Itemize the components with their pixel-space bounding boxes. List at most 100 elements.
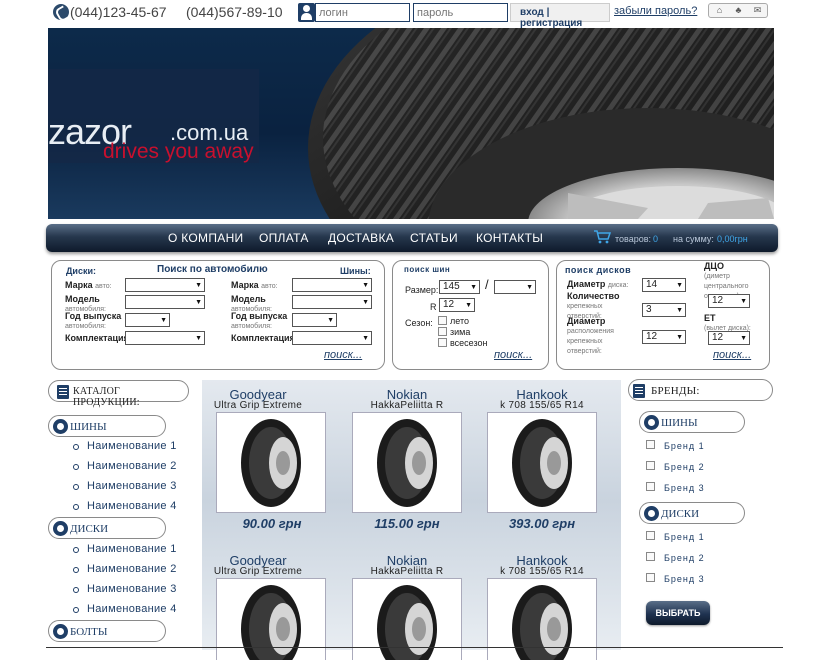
brand-checkbox[interactable]: [646, 461, 655, 470]
season-allseason-label: всесезон: [450, 338, 488, 348]
ring-icon: [53, 419, 68, 434]
footer-divider: [46, 647, 783, 648]
disk-pcd-select[interactable]: 12: [642, 330, 686, 344]
ring-icon: [53, 521, 68, 536]
cart-icon[interactable]: [594, 230, 611, 244]
car-trim-label-right: Комплектация: [231, 333, 295, 343]
home-icon[interactable]: ⌂: [714, 6, 725, 15]
catalog-section-bolts[interactable]: БОЛТЫ: [48, 620, 166, 642]
nav-delivery[interactable]: ДОСТАВКА: [328, 231, 394, 245]
disk-search-title: поиск дисков: [565, 265, 632, 275]
brand-checkbox[interactable]: [646, 482, 655, 491]
login-link[interactable]: вход: [520, 7, 544, 18]
catalog-section-disks[interactable]: ДИСКИ: [48, 517, 166, 539]
mail-icon[interactable]: ✉: [752, 6, 763, 15]
tire-profile-select[interactable]: [494, 280, 536, 294]
catalog-section-tires[interactable]: ШИНЫ: [48, 415, 166, 437]
forgot-password-link[interactable]: забыли пароль?: [614, 5, 697, 17]
password-field[interactable]: [413, 3, 508, 22]
disk-et-select[interactable]: 12: [708, 331, 750, 345]
brand-item: Бренд 3: [664, 483, 705, 493]
logo-tagline: drives you away: [103, 140, 254, 163]
user-icon: [298, 3, 315, 22]
car-make-label-left: Марка авто:: [65, 280, 112, 291]
cart-sum-label: на сумму:: [673, 234, 714, 244]
brand-checkbox[interactable]: [646, 440, 655, 449]
car-make-select-left[interactable]: [125, 278, 205, 292]
disk-search-link[interactable]: поиск...: [713, 349, 751, 361]
car-model-select-left[interactable]: [125, 295, 205, 309]
catalog-section-label: БОЛТЫ: [70, 626, 108, 638]
top-bar: (044)123-45-67 (044)567-89-10 вход | рег…: [0, 0, 819, 29]
tire-image-icon: [377, 419, 437, 507]
tire-search-panel: поиск шин Размер: 145 / R 12 Сезон: лето…: [392, 260, 549, 370]
disks-heading: Диски:: [66, 266, 96, 276]
car-model-select-right[interactable]: [292, 295, 372, 309]
car-search-panel: Диски: Поиск по автомобилю Шины: Марка а…: [51, 260, 385, 370]
phone-icon: [53, 4, 69, 20]
car-year-select-left[interactable]: [125, 313, 170, 327]
product-model: Ultra Grip Extreme: [213, 400, 303, 411]
tire-width-select[interactable]: 145: [439, 280, 480, 294]
select-brands-button[interactable]: ВЫБРАТЬ: [646, 601, 710, 625]
disk-dco-select[interactable]: 12: [708, 294, 750, 308]
brands-section-disks[interactable]: ДИСКИ: [639, 502, 745, 524]
brand-checkbox[interactable]: [646, 552, 655, 561]
disk-pcd-label: Диаметр расположения крепежных отверстий:: [567, 316, 614, 356]
tire-radius-select[interactable]: 12: [439, 298, 475, 312]
catalog-section-label: ДИСКИ: [70, 523, 109, 535]
season-winter-label: зима: [450, 327, 471, 337]
tire-radius-label: R: [430, 302, 437, 312]
nav-payment[interactable]: ОПЛАТА: [259, 231, 309, 245]
sitemap-icon[interactable]: ♣: [733, 6, 744, 15]
car-trim-select-left[interactable]: [125, 331, 205, 345]
product-image[interactable]: [352, 412, 462, 513]
product-image[interactable]: [487, 412, 597, 513]
car-search-link[interactable]: поиск...: [324, 349, 362, 361]
catalog-item[interactable]: Наименование 1: [73, 440, 177, 452]
catalog-item[interactable]: Наименование 2: [73, 563, 177, 575]
nav-contacts[interactable]: КОНТАКТЫ: [476, 231, 543, 245]
season-allseason-checkbox[interactable]: [438, 338, 447, 347]
main-nav: О КОМПАНИ ОПЛАТА ДОСТАВКА СТАТЬИ КОНТАКТ…: [46, 224, 778, 252]
catalog-item[interactable]: Наименование 4: [73, 500, 177, 512]
car-trim-select-right[interactable]: [292, 331, 372, 345]
tire-image-icon: [241, 419, 301, 507]
catalog-item[interactable]: Наименование 3: [73, 480, 177, 492]
brands-section-label: ДИСКИ: [661, 508, 700, 520]
nav-articles[interactable]: СТАТЬИ: [410, 231, 458, 245]
season-winter-checkbox[interactable]: [438, 327, 447, 336]
season-summer-label: лето: [450, 316, 469, 326]
ring-icon: [644, 506, 659, 521]
tire-size-label: Размер:: [405, 285, 439, 295]
product-model: Ultra Grip Extreme: [213, 566, 303, 577]
car-year-select-right[interactable]: [292, 313, 337, 327]
catalog-item[interactable]: Наименование 4: [73, 603, 177, 615]
disk-bolt-count-select[interactable]: 3: [642, 303, 686, 317]
disk-diameter-select[interactable]: 14: [642, 278, 686, 292]
product-model: k 708 155/65 R14: [500, 566, 584, 577]
catalog-item[interactable]: Наименование 3: [73, 583, 177, 595]
product-price: 115.00 грн: [374, 516, 440, 531]
auth-links: вход | регистрация: [510, 3, 610, 29]
disk-search-panel: поиск дисков Диаметр диска: 14 Количеств…: [556, 260, 770, 370]
brands-section-tires[interactable]: ШИНЫ: [639, 411, 745, 433]
nav-about[interactable]: О КОМПАНИ: [168, 231, 243, 245]
login-field[interactable]: [315, 3, 410, 22]
tire-search-link[interactable]: поиск...: [494, 349, 532, 361]
season-summer-checkbox[interactable]: [438, 316, 447, 325]
car-search-title: Поиск по автомобилю: [157, 264, 268, 275]
catalog-item[interactable]: Наименование 2: [73, 460, 177, 472]
product-model: HakkaPeliitta R: [370, 400, 444, 411]
cart-goods-label: товаров:: [615, 234, 652, 244]
product-image[interactable]: [216, 412, 326, 513]
brand-checkbox[interactable]: [646, 531, 655, 540]
car-make-select-right[interactable]: [292, 278, 372, 292]
brand-item: Бренд 2: [664, 553, 705, 563]
brand-item: Бренд 1: [664, 441, 705, 451]
brand-checkbox[interactable]: [646, 573, 655, 582]
catalog-item[interactable]: Наименование 1: [73, 543, 177, 555]
product-price: 393.00 грн: [508, 516, 576, 531]
quick-icons: ⌂ ♣ ✉: [708, 3, 768, 18]
product-model: HakkaPeliitta R: [370, 566, 444, 577]
